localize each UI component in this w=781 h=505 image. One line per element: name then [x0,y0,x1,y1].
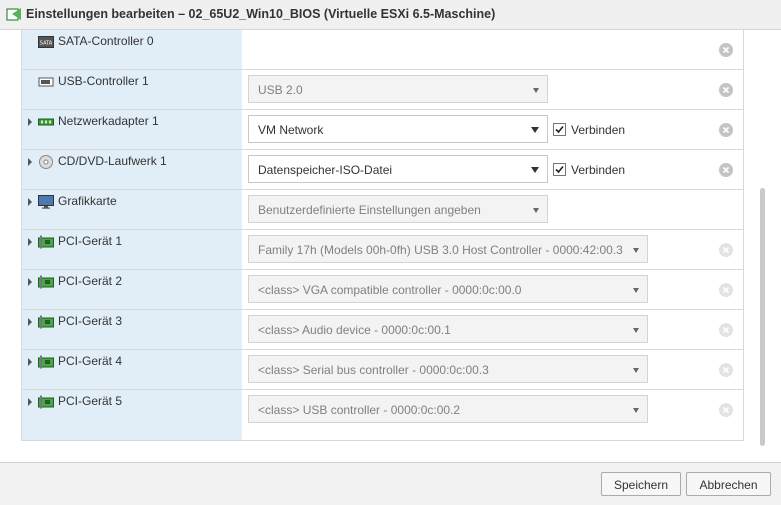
pci-device-icon [38,395,54,409]
expand-arrow-icon[interactable] [28,398,32,406]
remove-device-button[interactable] [719,243,733,257]
pci-device-select[interactable]: <class> USB controller - 0000:0c:00.2 [248,395,648,423]
window-titlebar: Einstellungen bearbeiten – 02_65U2_Win10… [0,0,781,30]
vertical-scrollbar[interactable] [760,188,765,446]
network-adapter-icon [38,118,54,126]
chevron-down-icon [531,167,539,173]
select-value: Benutzerdefinierte Einstellungen angeben [258,203,481,217]
remove-device-button[interactable] [719,403,733,417]
remove-device-button[interactable] [719,323,733,337]
select-value: USB 2.0 [258,83,303,97]
hardware-settings-panel: SATA SATA-Controller 0 USB-Controller 1 … [0,30,781,462]
pci-device-icon [38,355,54,369]
device-row-video-card: Grafikkarte Benutzerdefinierte Einstellu… [22,190,743,230]
chevron-down-icon [633,328,639,333]
device-row-pci-device-2: PCI-Gerät 2 <class> VGA compatible contr… [22,270,743,310]
cd-dvd-icon [39,155,53,169]
select-value: Family 17h (Models 00h-0fh) USB 3.0 Host… [258,243,623,257]
pci-device-select[interactable]: <class> Audio device - 0000:0c:00.1 [248,315,648,343]
device-row-pci-device-1: PCI-Gerät 1 Family 17h (Models 00h-0fh) … [22,230,743,270]
select-value: <class> VGA compatible controller - 0000… [258,283,522,297]
save-button[interactable]: Speichern [601,472,681,496]
remove-device-button[interactable] [719,163,733,177]
select-value: VM Network [258,123,324,137]
device-label: CD/DVD-Laufwerk 1 [58,154,167,168]
cd-dvd-media-select[interactable]: Datenspeicher-ISO-Datei [248,155,548,183]
video-card-settings-select[interactable]: Benutzerdefinierte Einstellungen angeben [248,195,548,223]
sata-controller-icon: SATA [38,36,54,48]
chevron-down-icon [531,127,539,133]
expand-arrow-icon[interactable] [28,118,32,126]
connect-label[interactable]: Verbinden [571,163,625,177]
chevron-down-icon [633,368,639,373]
dialog-footer: Speichern Abbrechen [0,462,781,505]
monitor-icon [38,195,54,209]
select-value: <class> USB controller - 0000:0c:00.2 [258,403,461,417]
device-label: Grafikkarte [58,194,117,208]
device-row-pci-device-3: PCI-Gerät 3 <class> Audio device - 0000:… [22,310,743,350]
remove-device-button[interactable] [719,43,733,57]
select-value: Datenspeicher-ISO-Datei [258,163,393,177]
chevron-down-icon [533,208,539,213]
pci-device-select[interactable]: Family 17h (Models 00h-0fh) USB 3.0 Host… [248,235,648,263]
remove-device-button[interactable] [719,283,733,297]
edit-settings-icon [6,8,21,21]
device-row-pci-device-5: PCI-Gerät 5 <class> USB controller - 000… [22,390,743,440]
select-value: <class> Audio device - 0000:0c:00.1 [258,323,451,337]
window-title: Einstellungen bearbeiten – 02_65U2_Win10… [26,7,496,21]
pci-device-icon [38,235,54,249]
expand-arrow-icon[interactable] [28,158,32,166]
device-row-pci-device-4: PCI-Gerät 4 <class> Serial bus controlle… [22,350,743,390]
remove-device-button[interactable] [719,363,733,377]
checkmark-icon [555,125,564,134]
usb-type-select[interactable]: USB 2.0 [248,75,548,103]
device-label: PCI-Gerät 3 [58,314,123,328]
device-label: USB-Controller 1 [58,74,149,88]
chevron-down-icon [633,408,639,413]
network-select[interactable]: VM Network [248,115,548,143]
chevron-down-icon [633,288,639,293]
device-label: PCI-Gerät 1 [58,234,123,248]
checkmark-icon [555,165,564,174]
device-label: PCI-Gerät 5 [58,394,123,408]
expand-arrow-icon[interactable] [28,278,32,286]
chevron-down-icon [633,248,639,253]
cancel-button[interactable]: Abbrechen [686,472,771,496]
device-row-sata-controller: SATA SATA-Controller 0 [22,30,743,70]
device-row-usb-controller: USB-Controller 1 USB 2.0 [22,70,743,110]
pci-device-icon [38,275,54,289]
pci-device-select[interactable]: <class> Serial bus controller - 0000:0c:… [248,355,648,383]
device-label: PCI-Gerät 4 [58,354,123,368]
device-row-cd-dvd: CD/DVD-Laufwerk 1 Datenspeicher-ISO-Date… [22,150,743,190]
remove-device-button[interactable] [719,83,733,97]
svg-text:SATA: SATA [40,41,53,47]
pci-device-icon [38,315,54,329]
usb-icon [38,77,54,87]
expand-arrow-icon[interactable] [28,358,32,366]
device-row-network-adapter: Netzwerkadapter 1 VM Network Verbinden [22,110,743,150]
chevron-down-icon [533,88,539,93]
pci-device-select[interactable]: <class> VGA compatible controller - 0000… [248,275,648,303]
device-label: SATA-Controller 0 [58,34,154,48]
device-label: Netzwerkadapter 1 [58,114,159,128]
connect-label[interactable]: Verbinden [571,123,625,137]
connect-checkbox[interactable] [553,123,566,136]
select-value: <class> Serial bus controller - 0000:0c:… [258,363,489,377]
expand-arrow-icon[interactable] [28,318,32,326]
expand-arrow-icon[interactable] [28,238,32,246]
remove-device-button[interactable] [719,123,733,137]
device-grid: SATA SATA-Controller 0 USB-Controller 1 … [21,30,744,441]
expand-arrow-icon[interactable] [28,198,32,206]
device-label: PCI-Gerät 2 [58,274,123,288]
connect-checkbox[interactable] [553,163,566,176]
